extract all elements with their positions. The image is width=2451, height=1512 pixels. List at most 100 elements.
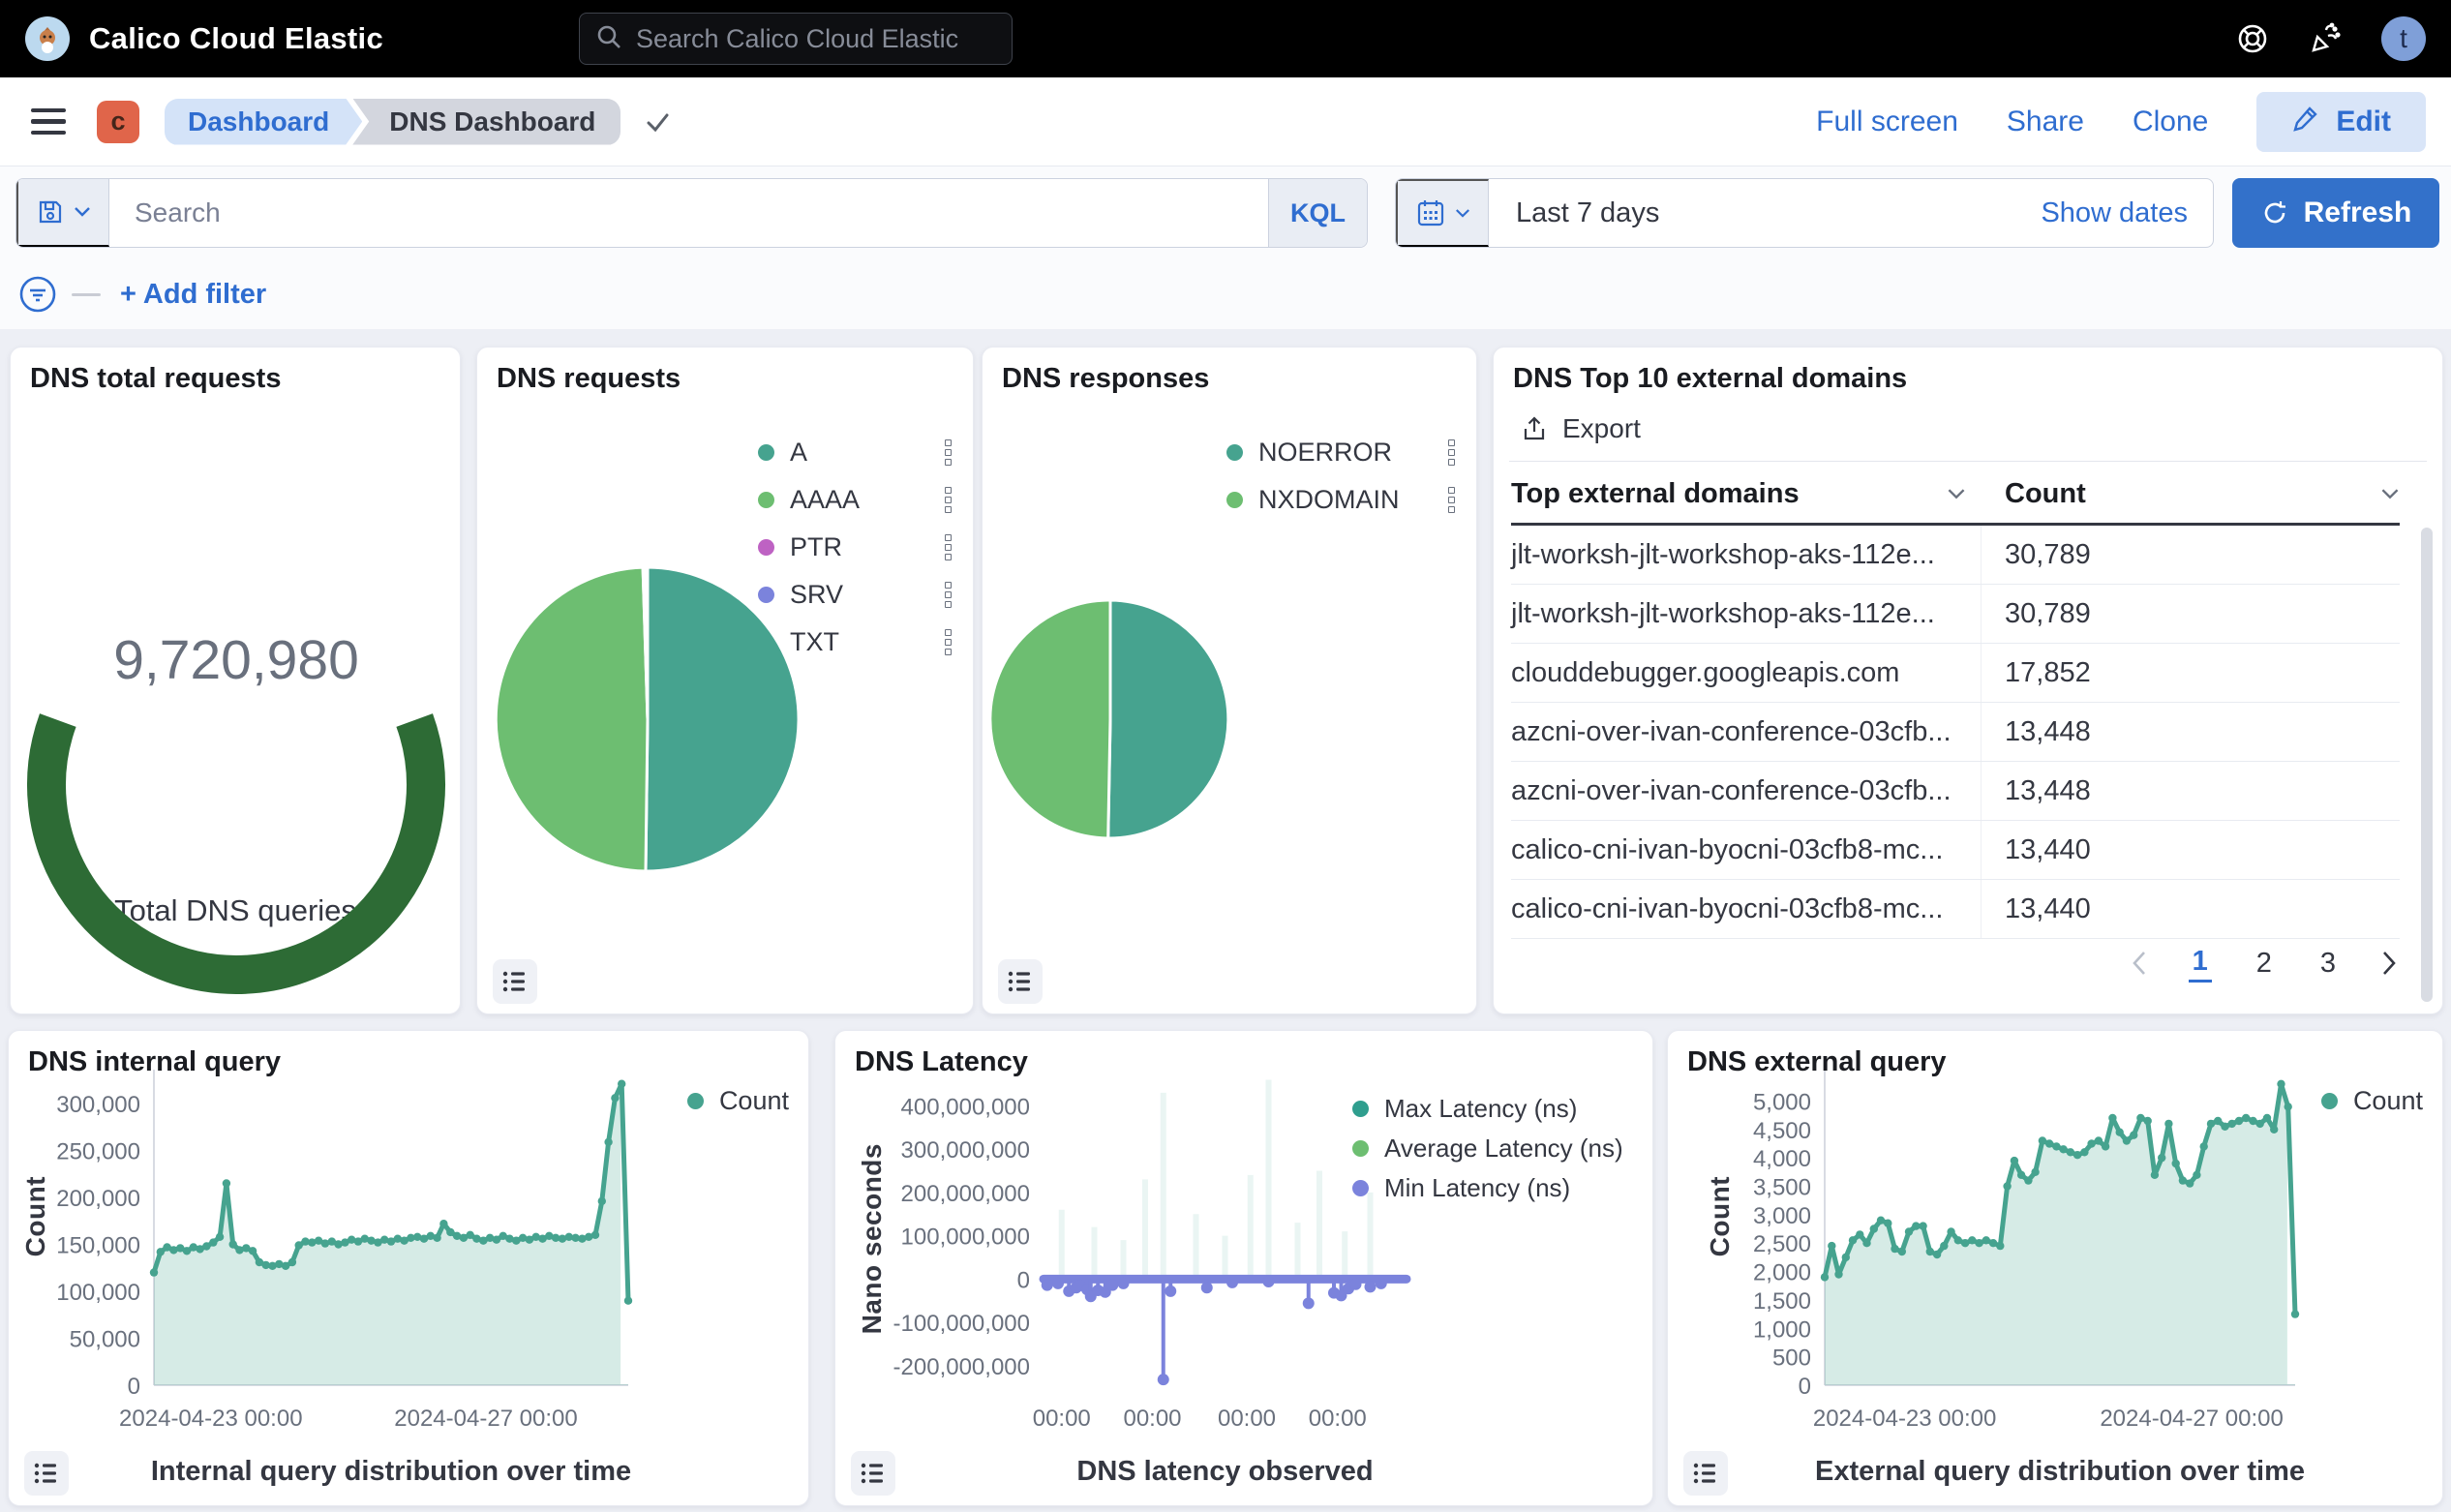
clone-button[interactable]: Clone: [2133, 106, 2208, 138]
column-header-count[interactable]: Count: [1982, 478, 2400, 510]
panel-title: DNS Latency: [855, 1046, 1028, 1078]
svg-text:400,000,000: 400,000,000: [901, 1094, 1030, 1120]
kql-search-input[interactable]: [109, 179, 1268, 247]
share-button[interactable]: Share: [2007, 106, 2084, 138]
export-icon: [1521, 415, 1548, 442]
kql-search-control: KQL: [15, 178, 1368, 248]
svg-text:50,000: 50,000: [70, 1327, 140, 1353]
refresh-icon: [2260, 198, 2289, 227]
dashboard-grid: DNS total requests Total DNS queries 9,7…: [0, 329, 2451, 1512]
svg-text:4,500: 4,500: [1753, 1118, 1811, 1144]
svg-text:-200,000,000: -200,000,000: [893, 1354, 1030, 1380]
edit-button[interactable]: Edit: [2256, 92, 2426, 152]
table-divider: [1509, 461, 2427, 462]
pagination-page-2[interactable]: 2: [2253, 946, 2276, 982]
edit-label: Edit: [2336, 106, 2391, 138]
svg-text:Internal query distribution ov: Internal query distribution over time: [151, 1456, 631, 1487]
column-header-domains[interactable]: Top external domains: [1511, 478, 1982, 510]
cell-count: 30,789: [1982, 526, 2091, 584]
svg-text:-100,000,000: -100,000,000: [893, 1311, 1030, 1337]
svg-text:5,000: 5,000: [1753, 1089, 1811, 1115]
menu-icon[interactable]: [25, 103, 72, 141]
svg-text:300,000: 300,000: [56, 1092, 140, 1118]
header-actions: t: [2236, 16, 2426, 61]
table-row: azcni-over-ivan-conference-03cfb...13,44…: [1511, 762, 2400, 821]
svg-text:2024-04-27 00:00: 2024-04-27 00:00: [394, 1406, 578, 1432]
svg-text:3,000: 3,000: [1753, 1203, 1811, 1229]
time-range-value[interactable]: Last 7 days: [1516, 197, 1659, 229]
table-row: azcni-over-ivan-conference-03cfb...13,44…: [1511, 703, 2400, 762]
cell-domain: azcni-over-ivan-conference-03cfb...: [1511, 762, 1982, 820]
svg-text:250,000: 250,000: [56, 1139, 140, 1165]
user-avatar[interactable]: t: [2381, 16, 2426, 61]
svg-text:4,000: 4,000: [1753, 1146, 1811, 1172]
pencil-icon: [2291, 104, 2320, 140]
global-header: Calico Cloud Elastic t: [0, 0, 2451, 77]
table-row: jlt-worksh-jlt-workshop-aks-112e...30,78…: [1511, 526, 2400, 585]
calendar-icon: [1415, 197, 1446, 228]
svg-text:100,000: 100,000: [56, 1280, 140, 1306]
svg-text:500: 500: [1772, 1346, 1811, 1372]
app-title: Calico Cloud Elastic: [89, 21, 383, 56]
cell-count: 13,440: [1982, 821, 2091, 879]
svg-text:9,720,980: 9,720,980: [113, 629, 359, 691]
news-party-popper-icon[interactable]: [2308, 21, 2343, 56]
table-body: jlt-worksh-jlt-workshop-aks-112e...30,78…: [1511, 526, 2400, 939]
panel-dns-external-query: DNS external query Count Count 05001,000…: [1667, 1030, 2443, 1506]
svg-text:2024-04-23 00:00: 2024-04-23 00:00: [1813, 1406, 1997, 1432]
help-icon[interactable]: [2236, 22, 2269, 55]
navbar: c Dashboard DNS Dashboard Full screen Sh…: [0, 77, 2451, 166]
cell-domain: calico-cni-ivan-byocni-03cfb8-mc...: [1511, 821, 1982, 879]
svg-text:200,000: 200,000: [56, 1186, 140, 1212]
cell-count: 30,789: [1982, 585, 2091, 643]
svg-text:2024-04-23 00:00: 2024-04-23 00:00: [119, 1406, 303, 1432]
svg-text:00:00: 00:00: [1123, 1406, 1181, 1432]
svg-text:00:00: 00:00: [1218, 1406, 1276, 1432]
chevron-down-icon: [1455, 208, 1470, 219]
table-row: calico-cni-ivan-byocni-03cfb8-mc...13,44…: [1511, 880, 2400, 939]
show-dates-button[interactable]: Show dates: [2041, 197, 2188, 229]
panel-dns-responses: DNS responses NOERRORNXDOMAIN: [982, 347, 1477, 1014]
cell-count: 17,852: [1982, 644, 2091, 702]
add-filter-button[interactable]: + Add filter: [120, 279, 266, 311]
pagination-prev-icon[interactable]: [2131, 950, 2148, 977]
saved-query-menu[interactable]: [16, 179, 109, 247]
screen: Calico Cloud Elastic t c Dashboard DNS D…: [0, 0, 2451, 1512]
panel-title: DNS internal query: [28, 1046, 281, 1078]
pagination-page-3[interactable]: 3: [2316, 946, 2340, 982]
global-search-input[interactable]: [636, 24, 996, 54]
svg-text:200,000,000: 200,000,000: [901, 1181, 1030, 1207]
export-button[interactable]: Export: [1521, 413, 1641, 444]
pagination: 1 2 3: [2131, 944, 2398, 983]
refresh-button[interactable]: Refresh: [2232, 178, 2439, 248]
chevron-down-icon: [74, 206, 91, 218]
space-badge[interactable]: c: [97, 101, 139, 143]
svg-text:0: 0: [1017, 1267, 1030, 1293]
space-initial: c: [110, 106, 125, 136]
svg-text:DNS latency observed: DNS latency observed: [1076, 1456, 1373, 1487]
kql-language-button[interactable]: KQL: [1268, 179, 1367, 247]
panel-dns-total-requests: DNS total requests Total DNS queries 9,7…: [10, 347, 461, 1014]
svg-text:3,500: 3,500: [1753, 1174, 1811, 1200]
refresh-label: Refresh: [2304, 197, 2412, 229]
panel-dns-top-domains: DNS Top 10 external domains Export Top e…: [1493, 347, 2443, 1014]
table-scrollbar[interactable]: [2421, 528, 2433, 1002]
filter-icon[interactable]: [17, 274, 58, 315]
cell-domain: azcni-over-ivan-conference-03cfb...: [1511, 703, 1982, 761]
search-icon: [595, 23, 622, 55]
pagination-page-1[interactable]: 1: [2189, 944, 2212, 983]
pagination-next-icon[interactable]: [2380, 950, 2398, 977]
cell-count: 13,440: [1982, 880, 2091, 938]
full-screen-button[interactable]: Full screen: [1816, 106, 1958, 138]
table-row: clouddebugger.googleapis.com17,852: [1511, 644, 2400, 703]
cell-count: 13,448: [1982, 703, 2091, 761]
svg-text:00:00: 00:00: [1309, 1406, 1367, 1432]
panel-dns-internal-query: DNS internal query Count Count 050,00010…: [8, 1030, 809, 1506]
panel-title: DNS total requests: [30, 363, 281, 395]
filter-divider: [72, 293, 101, 296]
calico-logo-icon: [25, 16, 70, 61]
cell-domain: jlt-worksh-jlt-workshop-aks-112e...: [1511, 585, 1982, 643]
breadcrumb-dashboard[interactable]: Dashboard: [165, 99, 362, 145]
calendar-menu[interactable]: [1396, 179, 1489, 247]
breadcrumb-current: DNS Dashboard: [352, 99, 620, 145]
